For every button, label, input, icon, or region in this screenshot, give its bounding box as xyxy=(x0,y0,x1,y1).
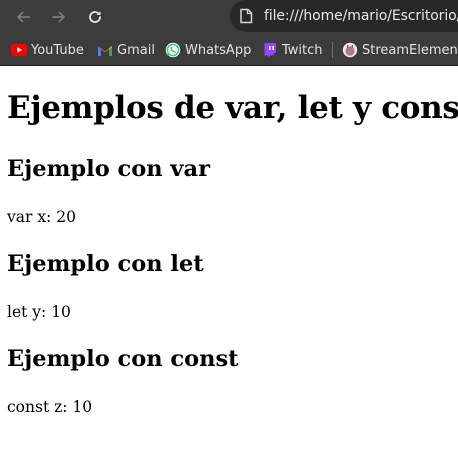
section-text-var: var x: 20 xyxy=(7,208,76,226)
whatsapp-icon xyxy=(165,42,181,58)
bookmark-twitch[interactable]: Twitch xyxy=(262,34,323,66)
bookmark-label: Gmail xyxy=(117,42,155,58)
forward-arrow-icon xyxy=(52,11,65,23)
bookmark-label: Twitch xyxy=(282,42,323,58)
section-text-let: let y: 10 xyxy=(7,303,71,321)
bookmark-label: WhatsApp xyxy=(185,42,252,58)
twitch-icon xyxy=(262,42,278,58)
gmail-icon xyxy=(97,42,113,58)
forward-button[interactable] xyxy=(45,0,73,34)
back-button[interactable] xyxy=(9,0,37,34)
browser-toolbar: file:///home/mario/Escritorio/ xyxy=(0,0,458,34)
bookmark-youtube[interactable]: YouTube xyxy=(11,34,84,66)
bookmark-label: StreamElements xyxy=(362,42,458,58)
bookmark-whatsapp[interactable]: WhatsApp xyxy=(165,34,251,66)
reload-icon xyxy=(89,11,101,23)
back-arrow-icon xyxy=(17,11,30,23)
streamelements-icon xyxy=(342,42,358,58)
section-heading-const: Ejemplo con const xyxy=(7,346,239,372)
section-heading-let: Ejemplo con let xyxy=(7,251,204,277)
file-icon xyxy=(240,8,253,24)
youtube-icon xyxy=(11,42,27,58)
address-url: file:///home/mario/Escritorio/ xyxy=(264,8,458,24)
browser-window: file:///home/mario/Escritorio/ YouTube G… xyxy=(0,0,458,449)
reload-button[interactable] xyxy=(81,0,109,34)
bookmarks-separator xyxy=(332,42,333,58)
page-content: Ejemplos de var, let y const Ejemplo con… xyxy=(0,66,458,449)
bookmark-streamelements[interactable]: StreamElements xyxy=(342,34,458,66)
page-title: Ejemplos de var, let y const xyxy=(7,90,458,126)
address-bar[interactable]: file:///home/mario/Escritorio/ xyxy=(230,0,458,32)
bookmarks-bar: YouTube Gmail WhatsApp Twitch StreamElem… xyxy=(0,34,458,66)
bookmark-label: YouTube xyxy=(31,42,84,58)
bookmark-gmail[interactable]: Gmail xyxy=(97,34,155,66)
section-text-const: const z: 10 xyxy=(7,398,93,416)
section-heading-var: Ejemplo con var xyxy=(7,156,210,182)
